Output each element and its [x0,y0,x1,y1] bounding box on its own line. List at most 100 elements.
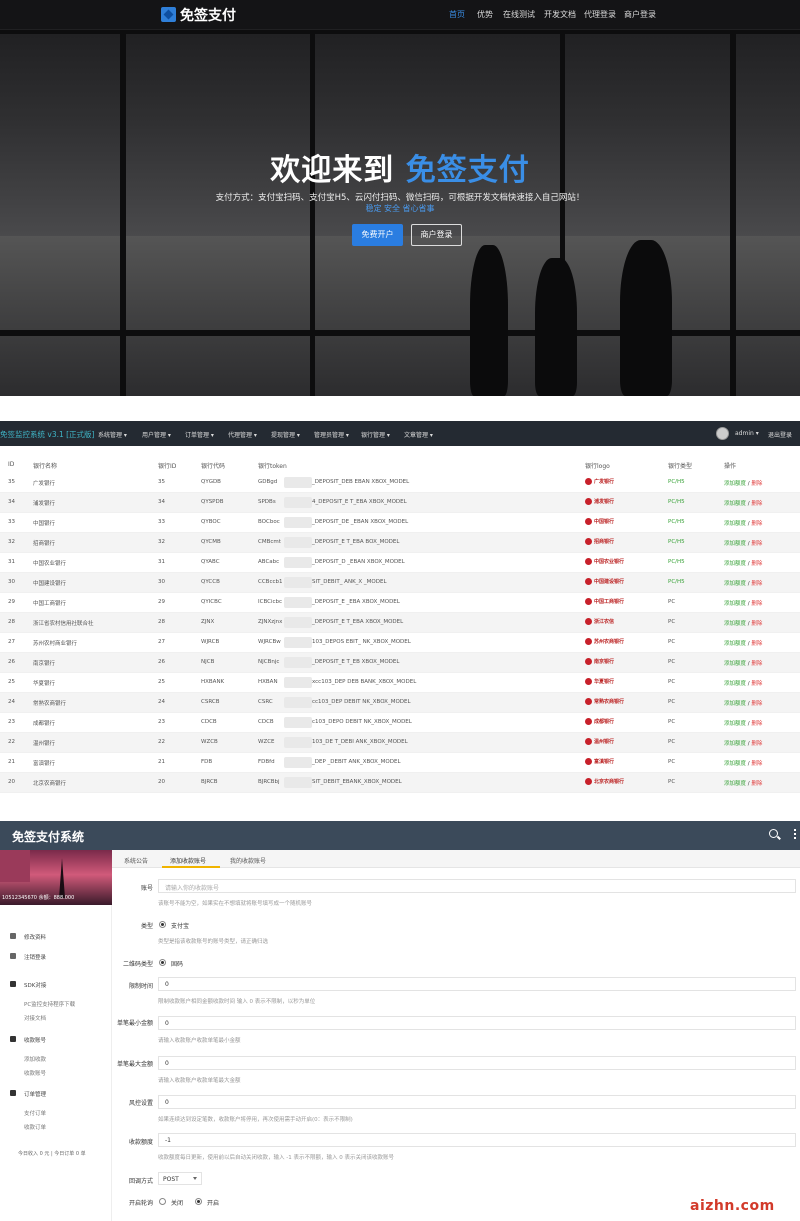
type-help: 类型是指该收款账号的账号类型，请正确归选 [158,939,269,945]
qr-radio-fixed[interactable] [159,959,166,966]
menu-users[interactable]: 用户管理 ▾ [142,430,171,439]
menu-withdraw[interactable]: 提现管理 ▾ [271,430,300,439]
delete-link[interactable]: 删除 [751,501,762,507]
bank-logo-text: 招商银行 [594,539,615,545]
table-row: 35 广发银行 35 QYGDB GDBgd _DEPOSIT_DEB EBAN XBOX… [0,473,800,493]
add-quota-link[interactable]: 添加额度 [724,541,746,547]
delete-link[interactable]: 删除 [751,561,762,567]
cell-id: 29 [8,599,15,605]
sidebar-item-orders[interactable]: 订单管理 [24,1090,46,1098]
brand-name[interactable]: 免签支付 [180,5,236,25]
type-radio-alipay[interactable] [159,921,166,928]
min-amount-input[interactable]: 0 [158,1016,796,1030]
delete-link[interactable]: 删除 [751,781,762,787]
cell-id: 22 [8,739,15,745]
token-mask [284,517,312,528]
brand-logo-icon[interactable] [161,7,176,22]
nav-merchant-login[interactable]: 商户登录 [624,9,656,20]
menu-banks[interactable]: 银行管理 ▾ [361,430,390,439]
delete-link[interactable]: 删除 [751,741,762,747]
merchant-login-button[interactable]: 商户登录 [411,224,462,246]
delete-link[interactable]: 删除 [751,541,762,547]
add-quota-link[interactable]: 添加额度 [724,721,746,727]
risk-input[interactable]: 0 [158,1095,796,1109]
callback-select[interactable]: POST [158,1172,202,1185]
delete-link[interactable]: 删除 [751,581,762,587]
tab-my-accounts[interactable]: 我的收款账号 [230,856,266,865]
max-amount-input[interactable]: 0 [158,1056,796,1070]
add-quota-link[interactable]: 添加额度 [724,501,746,507]
sidebar-item-add-account[interactable]: 添加收款 [24,1055,46,1063]
add-quota-link[interactable]: 添加额度 [724,601,746,607]
admin-avatar[interactable] [716,427,729,440]
add-quota-link[interactable]: 添加额度 [724,481,746,487]
token-mask [284,757,312,768]
polling-radio-off[interactable] [159,1198,166,1205]
add-quota-link[interactable]: 添加额度 [724,701,746,707]
avatar[interactable] [0,850,30,882]
cell-bank-name: 招商银行 [33,541,56,547]
delete-link[interactable]: 删除 [751,521,762,527]
sidebar-item-logout[interactable]: 注销登录 [24,953,46,961]
nav-agent-login[interactable]: 代理登录 [584,9,616,20]
nav-dev-docs[interactable]: 开发文档 [544,9,576,20]
limit-time-input[interactable]: 0 [158,977,796,991]
delete-link[interactable]: 删除 [751,721,762,727]
sidebar-item-account-list[interactable]: 收款账号 [24,1069,46,1077]
polling-off-label: 关闭 [171,1200,184,1207]
add-quota-link[interactable]: 添加额度 [724,561,746,567]
account-help: 该账号不能为空，如果实在不想填就将账号填写成一个随机账号 [158,901,313,907]
sidebar-item-accounts[interactable]: 收款账号 [24,1036,46,1044]
delete-link[interactable]: 删除 [751,621,762,627]
add-quota-link[interactable]: 添加额度 [724,641,746,647]
add-quota-link[interactable]: 添加额度 [724,741,746,747]
delete-link[interactable]: 删除 [751,601,762,607]
system-name[interactable]: 免签监控系统 v3.1 [正式版] [0,429,95,440]
add-quota-link[interactable]: 添加额度 [724,781,746,787]
sidebar-item-api-docs[interactable]: 对接文档 [24,1014,46,1022]
register-button[interactable]: 免费开户 [352,224,403,246]
sidebar-item-pc-download[interactable]: PC监控支持程序下载 [24,1000,75,1008]
admin-user-menu[interactable]: admin ▾ [735,430,759,437]
cell-bank-type: PC [668,599,676,605]
sidebar-item-sdk[interactable]: SDK对接 [24,981,46,989]
bank-logo: 富滇银行 [585,756,627,769]
delete-link[interactable]: 删除 [751,701,762,707]
add-quota-link[interactable]: 添加额度 [724,621,746,627]
menu-admins[interactable]: 管理员管理 ▾ [314,430,349,439]
menu-system[interactable]: 系统管理 ▾ [98,430,127,439]
delete-link[interactable]: 删除 [751,681,762,687]
tab-announcements[interactable]: 系统公告 [124,856,148,865]
bank-logo-text: 富滇银行 [594,759,615,765]
cell-bank-code: WJRCB [201,639,220,645]
logout-link[interactable]: 退出登录 [768,430,792,439]
menu-orders[interactable]: 订单管理 ▾ [185,430,214,439]
add-quota-link[interactable]: 添加额度 [724,661,746,667]
add-quota-link[interactable]: 添加额度 [724,581,746,587]
nav-advantages[interactable]: 优势 [477,9,493,20]
form-app-title: 免签支付系统 [12,830,85,844]
delete-link[interactable]: 删除 [751,661,762,667]
delete-link[interactable]: 删除 [751,641,762,647]
delete-link[interactable]: 删除 [751,761,762,767]
add-quota-link[interactable]: 添加额度 [724,681,746,687]
menu-articles[interactable]: 文章管理 ▾ [404,430,433,439]
search-icon[interactable] [769,829,778,838]
tab-add-account[interactable]: 添加收款账号 [170,856,206,865]
sidebar-item-pay-orders[interactable]: 支付订单 [24,1109,46,1117]
quota-input[interactable]: -1 [158,1133,796,1147]
cell-bank-id: 32 [158,539,165,545]
add-quota-link[interactable]: 添加额度 [724,521,746,527]
cell-bank-name: 温州银行 [33,741,56,747]
delete-link[interactable]: 删除 [751,481,762,487]
cell-bank-type: PC [668,779,676,785]
polling-radio-on[interactable] [195,1198,202,1205]
nav-home[interactable]: 首页 [449,9,465,20]
more-icon[interactable] [794,829,796,839]
menu-agents[interactable]: 代理管理 ▾ [228,430,257,439]
sidebar-item-receive-orders[interactable]: 收款订单 [24,1123,46,1131]
add-quota-link[interactable]: 添加额度 [724,761,746,767]
nav-online-test[interactable]: 在线测试 [503,9,535,20]
sidebar-item-edit-profile[interactable]: 修改资料 [24,933,46,941]
account-input[interactable]: 请输入你的收款账号 [158,879,796,893]
